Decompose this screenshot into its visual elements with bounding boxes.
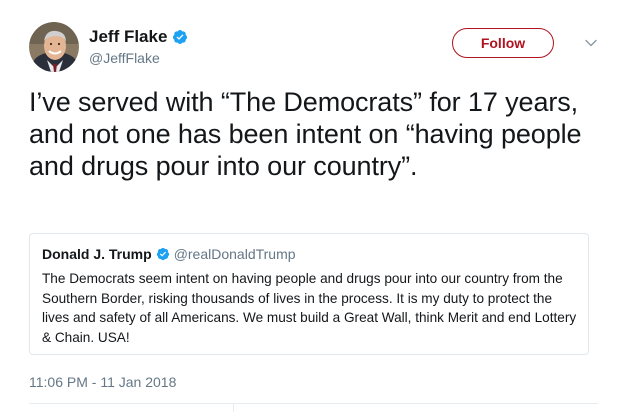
quoted-tweet[interactable]: Donald J. Trump @realDonaldTrump The Dem… — [29, 233, 589, 355]
chevron-down-icon[interactable] — [584, 36, 598, 50]
quoted-tweet-header: Donald J. Trump @realDonaldTrump — [42, 245, 577, 263]
follow-button[interactable]: Follow — [452, 28, 554, 58]
author-names: Jeff Flake @JeffFlake — [89, 27, 188, 66]
tweet-header: Jeff Flake @JeffFlake Follow — [29, 22, 598, 74]
tweet-timestamp[interactable]: 11:06 PM - 11 Jan 2018 — [29, 374, 176, 390]
verified-badge-icon — [173, 30, 188, 44]
tweet-card: Jeff Flake @JeffFlake Follow I’ve served… — [0, 0, 627, 412]
display-name-row: Jeff Flake — [89, 27, 188, 47]
divider-tick — [233, 403, 234, 412]
quoted-author-name: Donald J. Trump — [42, 246, 152, 262]
divider — [29, 403, 598, 404]
verified-badge-icon — [156, 247, 169, 261]
avatar-image — [29, 22, 79, 72]
author-display-name[interactable]: Jeff Flake — [89, 27, 167, 47]
quoted-author-handle: @realDonaldTrump — [173, 246, 296, 262]
author-handle[interactable]: @JeffFlake — [89, 50, 188, 66]
tweet-text: I’ve served with “The Democrats” for 17 … — [29, 87, 582, 181]
quoted-tweet-text: The Democrats seem intent on having peop… — [42, 271, 577, 345]
avatar[interactable] — [29, 22, 79, 72]
